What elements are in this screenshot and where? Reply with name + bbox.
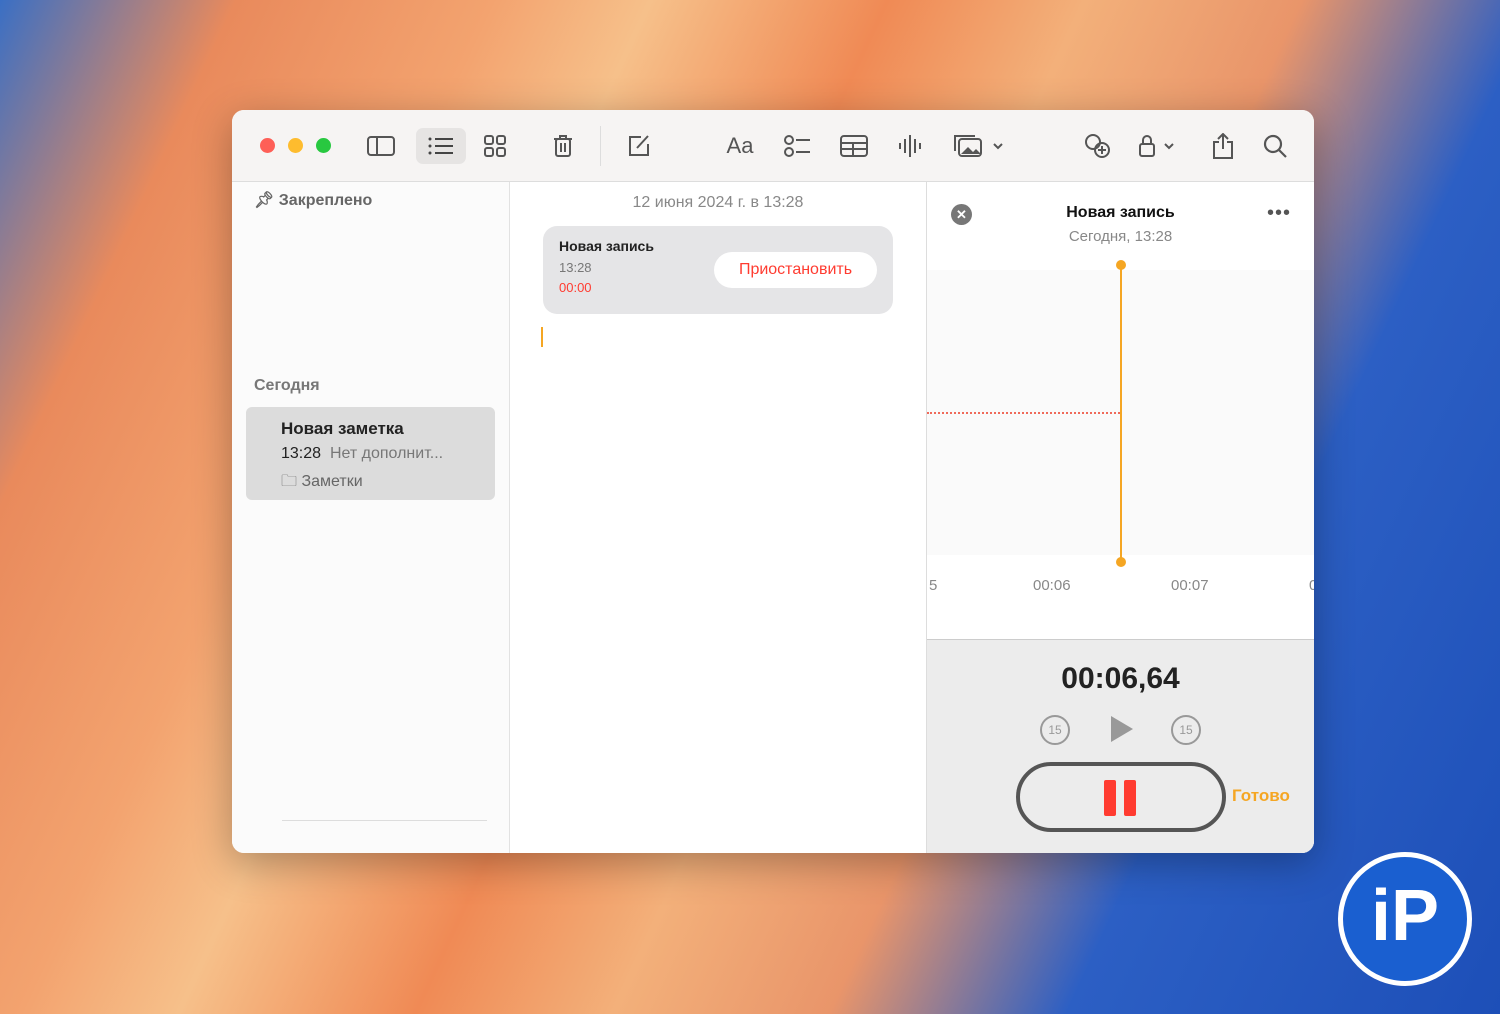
recording-card[interactable]: Новая запись 13:28 00:00 Приостановить <box>543 226 893 314</box>
skip-forward-button[interactable]: 15 <box>1171 715 1201 745</box>
note-list-item[interactable]: Новая заметка 13:28 Нет дополнит... 🗀︎ З… <box>246 407 495 500</box>
tick-label: 0 <box>1309 577 1314 594</box>
current-time: 00:06,64 <box>1061 662 1180 695</box>
notes-sidebar: 📌︎ Закреплено Сегодня Новая заметка 13:2… <box>232 182 510 853</box>
skip-back-button[interactable]: 15 <box>1040 715 1070 745</box>
pause-record-button[interactable] <box>1016 762 1226 832</box>
toolbar-divider <box>600 126 601 166</box>
minimize-window-button[interactable] <box>288 138 303 153</box>
pause-icon <box>1104 780 1116 816</box>
zoom-window-button[interactable] <box>316 138 331 153</box>
sidebar-toggle-icon[interactable] <box>363 128 399 164</box>
note-title: Новая заметка <box>281 419 404 438</box>
toolbar: Aa <box>232 110 1314 182</box>
trash-icon[interactable] <box>545 128 581 164</box>
list-view-icon[interactable] <box>416 128 466 164</box>
note-date: 12 июня 2024 г. в 13:28 <box>632 194 804 211</box>
recorder-panel: ✕ Новая запись Сегодня, 13:28 ••• 5 00:0… <box>926 182 1314 853</box>
done-button[interactable]: Готово <box>1232 786 1290 806</box>
skip-back-label: 15 <box>1048 723 1062 737</box>
audio-waveform-icon[interactable] <box>892 128 928 164</box>
note-editor[interactable]: 12 июня 2024 г. в 13:28 Новая запись 13:… <box>510 182 926 853</box>
today-label: Сегодня <box>254 377 320 394</box>
pin-icon: 📌︎ <box>254 192 275 209</box>
checklist-icon[interactable] <box>779 128 815 164</box>
close-window-button[interactable] <box>260 138 275 153</box>
text-cursor <box>541 327 543 347</box>
playhead-top-handle[interactable] <box>1116 260 1126 270</box>
format-text-icon[interactable]: Aa <box>722 128 758 164</box>
iphones-logo: iP <box>1338 852 1472 986</box>
waveform-baseline <box>927 412 1120 414</box>
folder-icon: 🗀︎ <box>281 473 298 490</box>
lock-icon[interactable] <box>1137 128 1181 164</box>
recorder-title: Новая запись <box>1066 204 1175 221</box>
playback-controls: 00:06,64 15 15 Готово <box>927 639 1314 853</box>
playhead-bottom-handle[interactable] <box>1116 557 1126 567</box>
sidebar-divider <box>282 820 487 821</box>
pinned-section: 📌︎ Закреплено <box>254 190 372 210</box>
tick-label: 00:06 <box>1033 577 1071 594</box>
search-icon[interactable] <box>1257 128 1293 164</box>
notes-window: Aa 📌︎ Закреплено Сегодня Новая заметка 1… <box>232 110 1314 853</box>
note-folder: Заметки <box>301 473 363 490</box>
recorder-subtitle: Сегодня, 13:28 <box>1068 228 1173 245</box>
compose-icon[interactable] <box>621 128 657 164</box>
tick-label: 5 <box>929 577 938 594</box>
tick-label: 00:07 <box>1171 577 1209 594</box>
playhead[interactable] <box>1120 264 1122 562</box>
pinned-label: Закреплено <box>278 192 373 209</box>
note-preview: Нет дополнит... <box>329 445 444 462</box>
media-icon[interactable] <box>954 128 1004 164</box>
recording-card-time: 13:28 <box>559 260 592 275</box>
recording-card-title: Новая запись <box>559 238 654 254</box>
play-button[interactable] <box>1111 716 1133 742</box>
more-options-icon[interactable]: ••• <box>1267 202 1291 225</box>
note-time: 13:28 <box>281 445 322 462</box>
pause-icon <box>1124 780 1136 816</box>
pause-recording-button[interactable]: Приостановить <box>714 252 877 288</box>
recording-card-elapsed: 00:00 <box>559 280 592 295</box>
collaborate-icon[interactable] <box>1079 128 1115 164</box>
gallery-view-icon[interactable] <box>477 128 513 164</box>
skip-forward-label: 15 <box>1179 723 1193 737</box>
share-icon[interactable] <box>1205 128 1241 164</box>
table-icon[interactable] <box>836 128 872 164</box>
